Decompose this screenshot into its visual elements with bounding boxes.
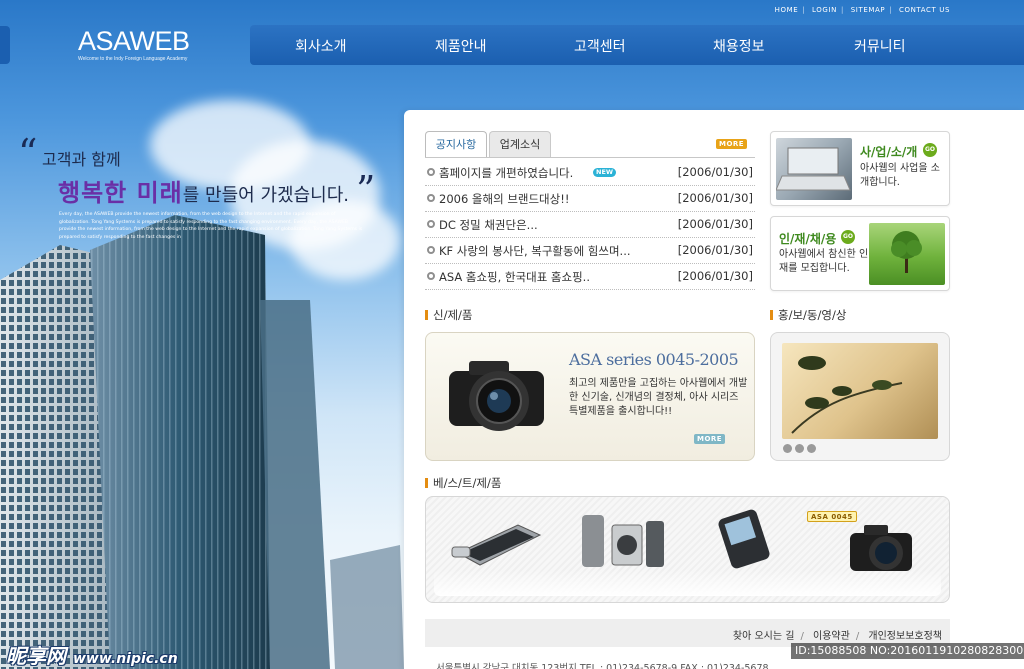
go-button[interactable]: GO	[923, 143, 937, 157]
footer-links: 찾아 오시는 길 / 이용약관 / 개인정보보호정책	[732, 631, 942, 642]
notice-title: DC 정밀 채권단은...	[439, 218, 538, 232]
product-tag-badge: ASA 0045	[807, 511, 857, 522]
notice-date: [2006/01/30]	[677, 217, 753, 231]
notice-title: ASA 홈쇼핑, 한국대표 홈쇼핑..	[439, 270, 590, 284]
nav-community[interactable]: 커뮤니티	[854, 36, 906, 56]
section-heading-new-product: 신/제/품	[425, 307, 473, 323]
notice-list: 홈페이지를 개편하였습니다. NEW [2006/01/30] 2006 올해의…	[425, 160, 755, 290]
laptop-image	[776, 138, 852, 200]
main-navigation: 회사소개 제품안내 고객센터 채용정보 커뮤니티	[250, 25, 1024, 65]
stop-icon[interactable]	[807, 444, 816, 453]
product-keyboard-image[interactable]	[448, 513, 543, 573]
new-badge: NEW	[593, 168, 617, 177]
slogan-rest: 를 만들어 가겠습니다.	[182, 185, 349, 206]
footer-link-privacy[interactable]: 개인정보보호정책	[868, 631, 942, 642]
product-phone-image[interactable]	[716, 509, 778, 575]
logo[interactable]: ASAWEB Welcome to the Indy Foreign Langu…	[78, 26, 190, 63]
play-icon[interactable]	[783, 444, 792, 453]
list-item[interactable]: ASA 홈쇼핑, 한국대표 홈쇼핑.. [2006/01/30]	[425, 264, 755, 290]
footer-link-directions[interactable]: 찾아 오시는 길	[733, 631, 795, 642]
bullet-icon	[427, 168, 435, 176]
product-camera-image[interactable]	[846, 519, 918, 577]
product-more-button[interactable]: MORE	[694, 434, 726, 444]
card-desc: 아사웹에서 참신한 인재를 모집합니다.	[779, 249, 869, 274]
nav-company[interactable]: 회사소개	[295, 36, 347, 56]
watermark-logo: 昵享网 www.nipic.cn	[6, 644, 178, 668]
pause-icon[interactable]	[795, 444, 804, 453]
notice-title: 홈페이지를 개편하였습니다.	[439, 166, 574, 180]
notice-date: [2006/01/30]	[677, 165, 753, 179]
camera-image	[449, 361, 544, 431]
close-quote-icon: ”	[356, 168, 376, 212]
contact-link[interactable]: CONTACT US	[899, 6, 950, 14]
notice-date: [2006/01/30]	[677, 269, 753, 283]
card-desc: 아사웹의 사업을 소개합니다.	[860, 163, 940, 188]
notice-more-button[interactable]: MORE	[716, 139, 748, 149]
go-button[interactable]: GO	[841, 230, 855, 244]
section-heading-best-products: 베/스/트/제/품	[425, 475, 501, 491]
bullet-icon	[427, 194, 435, 202]
nav-recruit[interactable]: 채용정보	[713, 36, 765, 56]
footer-link-terms[interactable]: 이용약관	[813, 631, 850, 642]
product-description: 최고의 제품만을 고집하는 아사웹에서 개발한 신기술, 신개념의 결정체, 아…	[569, 378, 748, 417]
watermark-id: ID:15088508 NO:20160119102808283000	[791, 643, 1024, 659]
product-speakers-image[interactable]	[578, 511, 668, 573]
nav-left-cap	[0, 26, 10, 64]
video-frame	[782, 343, 938, 439]
logo-tagline: Welcome to the Indy Foreign Language Aca…	[78, 56, 188, 62]
best-products-strip	[425, 496, 950, 603]
list-item[interactable]: KF 사랑의 봉사단, 복구활동에 힘쓰며... [2006/01/30]	[425, 238, 755, 264]
card-business-intro[interactable]: 사/업/소/개 GO 아사웹의 사업을 소개합니다.	[770, 131, 950, 206]
tree-image	[869, 223, 945, 285]
home-link[interactable]: HOME	[775, 6, 799, 14]
list-item[interactable]: 홈페이지를 개편하였습니다. NEW [2006/01/30]	[425, 160, 755, 186]
slogan-line2: 행복한 미래를 만들어 가겠습니다.	[58, 173, 349, 208]
promo-video-player[interactable]	[770, 332, 950, 461]
open-quote-icon: “	[18, 131, 38, 175]
card-title: 인/재/채/용	[779, 232, 837, 246]
footer-address: 서울특별시 강남구 대치동 123번지 TEL : 01)234-5678-9 …	[436, 663, 769, 669]
utility-links: HOME | LOGIN | SITEMAP | CONTACT US	[774, 6, 950, 14]
city-buildings-image	[0, 215, 404, 669]
sitemap-link[interactable]: SITEMAP	[851, 6, 885, 14]
card-title: 사/업/소/개	[860, 145, 918, 159]
notice-title: 2006 올해의 브랜드대상!!	[439, 192, 570, 206]
logo-title: ASAWEB	[78, 26, 190, 56]
hero-description: Every day, the ASAWEB provide the newest…	[59, 212, 363, 240]
section-heading-promo-video: 홍/보/동/영/상	[770, 307, 846, 323]
product-title: ASA series 0045-2005	[569, 350, 739, 369]
tab-notice[interactable]: 공지사항	[425, 131, 487, 158]
card-recruit[interactable]: 인/재/채/용 GO 아사웹에서 참신한 인재를 모집합니다.	[770, 216, 950, 291]
tab-underline	[425, 157, 755, 158]
slogan-emphasis: 행복한 미래	[58, 179, 183, 207]
nav-support[interactable]: 고객센터	[574, 36, 626, 56]
top-utility-bar: HOME | LOGIN | SITEMAP | CONTACT US	[0, 0, 1024, 22]
list-item[interactable]: DC 정밀 채권단은... [2006/01/30]	[425, 212, 755, 238]
notice-date: [2006/01/30]	[677, 243, 753, 257]
bullet-icon	[427, 220, 435, 228]
slogan-line1: 고객과 함께	[42, 150, 121, 169]
bullet-icon	[427, 272, 435, 280]
new-product-box[interactable]: ASA series 0045-2005 최고의 제품만을 고집하는 아사웹에서…	[425, 332, 755, 461]
notice-date: [2006/01/30]	[677, 191, 753, 205]
notice-title: KF 사랑의 봉사단, 복구활동에 힘쓰며...	[439, 244, 631, 258]
tab-industry-news[interactable]: 업계소식	[489, 131, 551, 158]
login-link[interactable]: LOGIN	[812, 6, 837, 14]
bullet-icon	[427, 246, 435, 254]
list-item[interactable]: 2006 올해의 브랜드대상!! [2006/01/30]	[425, 186, 755, 212]
nav-products[interactable]: 제품안내	[435, 36, 487, 56]
